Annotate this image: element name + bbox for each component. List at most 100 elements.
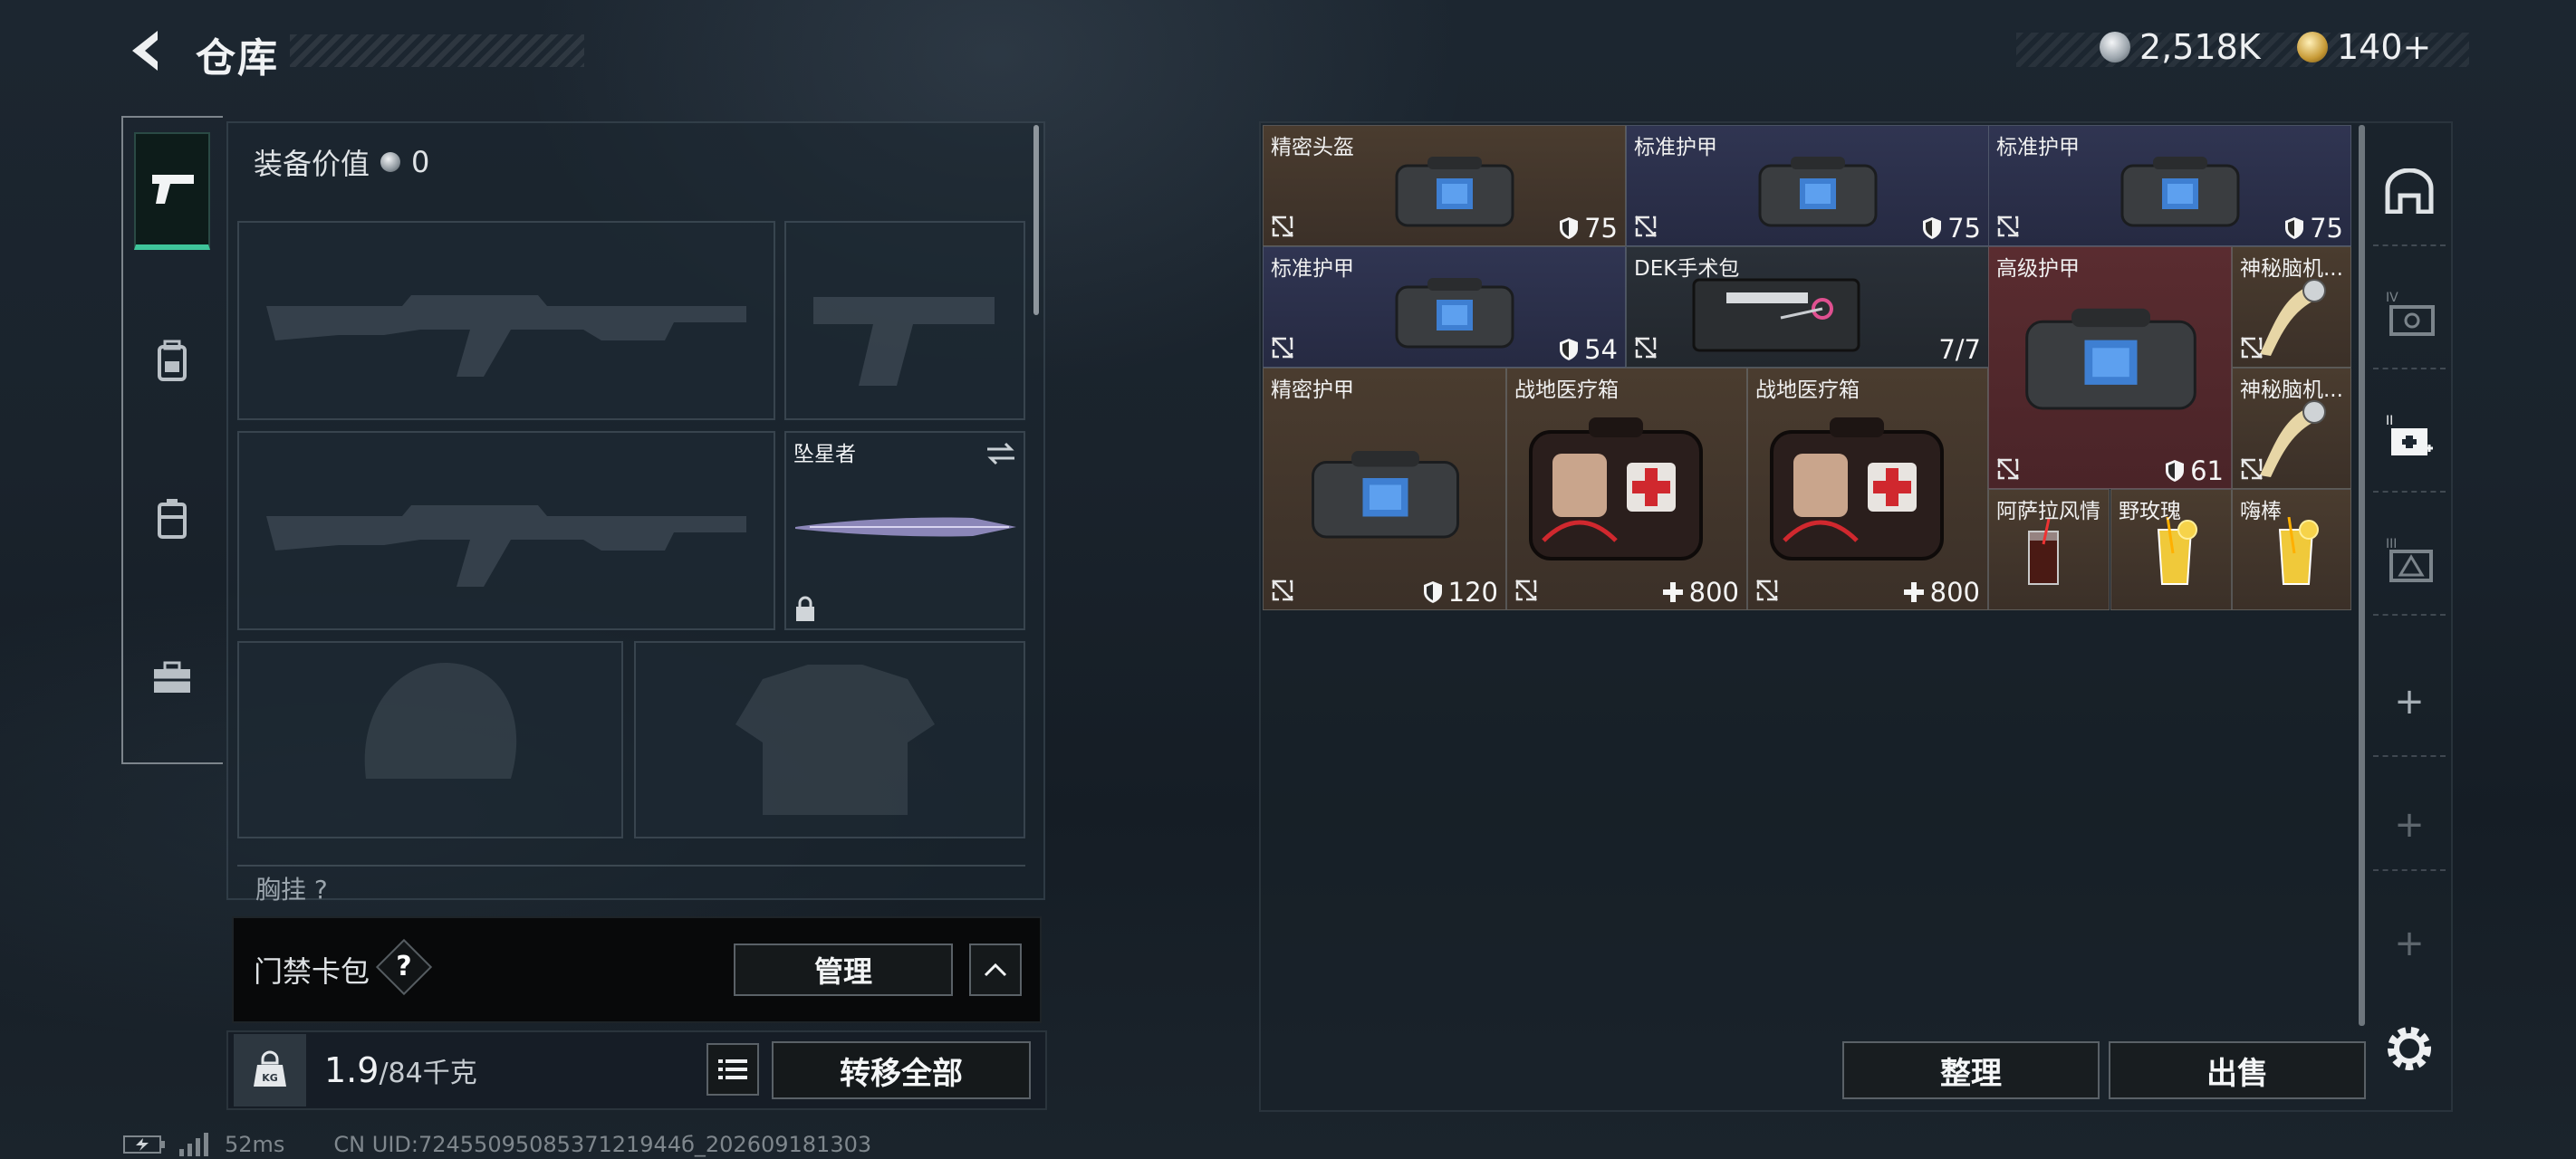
stash-item[interactable]: 精密头盔 75: [1263, 125, 1626, 246]
tier-iii-text: III: [2386, 537, 2397, 551]
uid-text: CN UID:7245509508537121944б_202609181303: [333, 1132, 872, 1157]
side-stash-iii[interactable]: III: [2373, 507, 2446, 616]
item-name: 高级护甲: [1996, 257, 2080, 281]
swap-arrows-icon[interactable]: [984, 440, 1018, 467]
not-secured-icon: [1997, 216, 2019, 237]
medkit-thumbnail: [1529, 417, 1703, 560]
not-secured-icon: [2241, 337, 2263, 359]
not-secured-icon: [1515, 580, 1537, 601]
item-name: 阿萨拉风情: [1996, 500, 2100, 523]
item-value-text: 120: [1447, 577, 1498, 608]
armor-shield-icon: [1560, 339, 1579, 360]
pistol-icon: [152, 175, 194, 204]
item-name: DEK手术包: [1634, 257, 1740, 281]
keycard-label: 门禁卡包: [254, 954, 370, 989]
help-icon[interactable]: ?: [384, 947, 424, 987]
item-value-text: 7/7: [1938, 334, 1981, 365]
back-arrow-icon[interactable]: [123, 27, 170, 74]
primary-weapon-slot-1[interactable]: [237, 221, 775, 420]
manage-button[interactable]: 管理: [734, 943, 953, 996]
item-name: 精密护甲: [1271, 378, 1354, 402]
item-value-text: 54: [1584, 334, 1618, 365]
item-value: 800: [1662, 577, 1739, 608]
item-value: 75: [1559, 213, 1618, 244]
chest-rig-label: 胸挂: [255, 875, 307, 901]
tier-ii-medical-storage-icon: II: [2386, 414, 2433, 455]
chest-rig-suffix: ?: [313, 875, 328, 901]
body-armor-silhouette-icon: [735, 665, 935, 815]
equipment-value-label: 装备价值: [254, 147, 370, 181]
silver-coin-icon: [380, 152, 401, 172]
silver-value: 2,518K: [2139, 27, 2261, 67]
melee-slot[interactable]: 坠星者: [784, 431, 1025, 630]
collapse-button[interactable]: [969, 943, 1022, 996]
tab-backpack[interactable]: [134, 302, 210, 420]
armor-shield-icon: [1560, 217, 1579, 239]
title-decor-stripe: [290, 34, 584, 67]
armor-shield-icon: [1923, 217, 1942, 239]
stash-item[interactable]: 精密护甲 120: [1263, 368, 1506, 610]
not-secured-icon: [1272, 216, 1293, 237]
stash-item[interactable]: 神秘脑机...: [2232, 368, 2351, 489]
armor-shield-icon: [2285, 217, 2304, 239]
chest-rig-slot[interactable]: 胸挂 ?: [237, 865, 1025, 901]
advanced-armor-thumbnail: [2025, 308, 2196, 410]
add-storage-button-1[interactable]: +: [2373, 648, 2446, 757]
stash-item[interactable]: 战地医疗箱 800: [1747, 368, 1988, 610]
not-secured-icon: [1635, 216, 1657, 237]
equipment-value-amount: 0: [411, 145, 430, 179]
transfer-all-button[interactable]: 转移全部: [772, 1041, 1031, 1099]
weight-max: /84千克: [379, 1058, 477, 1089]
weight-readout: 1.9/84千克: [324, 1050, 477, 1090]
armor-thumbnail: [1395, 157, 1514, 227]
side-stash-main[interactable]: [2373, 138, 2446, 246]
equipment-value: 装备价值 0: [254, 141, 429, 183]
gold-coin-icon: [2297, 32, 2328, 62]
side-stash-iv[interactable]: IV: [2373, 261, 2446, 369]
add-storage-button-2[interactable]: +: [2373, 781, 2446, 871]
tier-iii-storage-icon: III: [2386, 537, 2433, 582]
helmet-slot[interactable]: [237, 641, 623, 838]
item-value-text: 800: [1688, 577, 1739, 608]
backpack-icon: [158, 340, 187, 381]
armor-slot[interactable]: [634, 641, 1025, 838]
sell-button[interactable]: 出售: [2109, 1041, 2366, 1099]
stash-item[interactable]: 战地医疗箱 800: [1506, 368, 1747, 610]
side-stash-ii[interactable]: II: [2373, 384, 2446, 493]
stash-item[interactable]: 神秘脑机...: [2232, 246, 2351, 368]
tab-chest-rig[interactable]: [134, 460, 210, 578]
tier-iv-text: IV: [2386, 291, 2398, 305]
tab-firearms[interactable]: [134, 132, 210, 250]
item-name: 战地医疗箱: [1755, 378, 1860, 402]
stash-item[interactable]: 标准护甲 75: [1626, 125, 1989, 246]
equipment-scrollbar[interactable]: [1033, 125, 1039, 315]
stash-item[interactable]: 阿萨拉风情: [1988, 489, 2110, 610]
stash-item[interactable]: 嗨棒: [2232, 489, 2351, 610]
stash-item[interactable]: 野玫瑰: [2110, 489, 2232, 610]
sidearm-slot[interactable]: [784, 221, 1025, 420]
stash-item[interactable]: DEK手术包 7/7: [1626, 246, 1989, 368]
sort-button[interactable]: 整理: [1842, 1041, 2100, 1099]
status-line: 52ms CN UID:7245509508537121944б_2026091…: [123, 1132, 871, 1157]
stash-item[interactable]: 标准护甲 54: [1263, 246, 1626, 368]
stash-grid: 精密头盔 75 标准护甲 75 标准护甲 75 标准护甲 54 DEK手术包 7/7 高级…: [1263, 125, 2351, 610]
gold-currency[interactable]: 140+: [2297, 27, 2431, 67]
chevron-up-icon: [984, 963, 1007, 977]
plus-icon: +: [2394, 804, 2425, 846]
item-name: 精密头盔: [1271, 136, 1354, 159]
knife-icon: [795, 517, 1016, 537]
melee-name: 坠星者: [793, 443, 856, 466]
gear-icon[interactable]: [2382, 1021, 2437, 1076]
list-view-button[interactable]: [706, 1043, 759, 1096]
item-value: 120: [1423, 577, 1498, 608]
stash-item[interactable]: 高级护甲 61: [1988, 246, 2232, 489]
primary-weapon-slot-2[interactable]: [237, 431, 775, 630]
item-value: 61: [2165, 455, 2224, 486]
add-storage-button-3[interactable]: +: [2373, 898, 2446, 989]
silver-currency[interactable]: 2,518K: [2100, 27, 2261, 67]
stash-scrollbar[interactable]: [2359, 125, 2365, 1026]
tab-toolbox[interactable]: [134, 619, 210, 737]
plus-icon: +: [2394, 923, 2425, 964]
stash-item[interactable]: 标准护甲 75: [1988, 125, 2351, 246]
item-value: 75: [1922, 213, 1981, 244]
